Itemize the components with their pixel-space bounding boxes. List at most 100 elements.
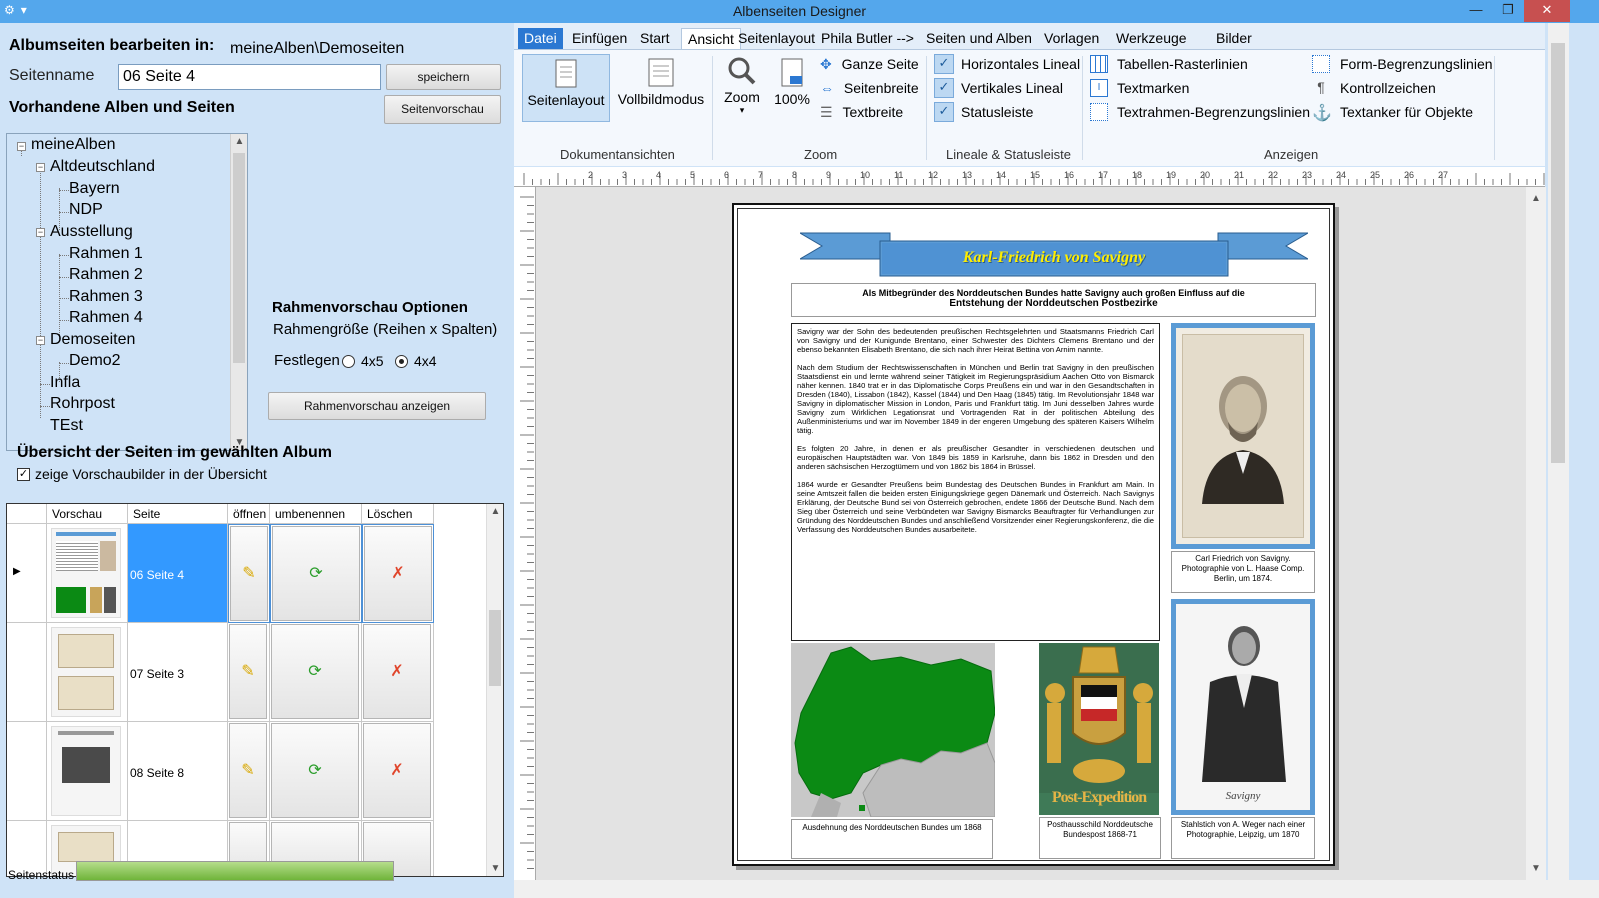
tree-scroll-thumb[interactable] (233, 153, 245, 363)
caption-map[interactable]: Ausdehnung des Norddeutschen Bundes um 1… (791, 819, 993, 859)
post-sign-image[interactable]: Post-Expedition (1039, 643, 1159, 815)
tree-scrollbar[interactable]: ▲ ▼ (230, 134, 247, 450)
statusbar-label[interactable]: Statusleiste (961, 104, 1033, 120)
map-image[interactable] (791, 643, 995, 817)
page-name-cell[interactable]: 06 Seite 4 (128, 524, 228, 623)
tree-node-test[interactable]: TEst (50, 417, 83, 435)
page-name-cell[interactable]: 08 Seite 8 (128, 722, 228, 821)
tab-datei[interactable]: Datei (518, 28, 563, 50)
tree-collapse-icon[interactable]: − (36, 228, 45, 237)
vertical-ruler-checkbox[interactable]: ✓ (934, 78, 954, 98)
text-frame[interactable]: Savigny war der Sohn des bedeutenden pre… (791, 323, 1160, 641)
tree-collapse-icon[interactable]: − (36, 336, 45, 345)
pagename-input[interactable] (118, 64, 381, 90)
seitenlayout-button[interactable]: Seitenlayout (522, 54, 610, 122)
rename-page-icon[interactable]: ⟳ (271, 723, 359, 818)
rename-page-icon[interactable]: ⟳ (271, 624, 359, 719)
object-anchor-toggle[interactable]: Textanker für Objekte (1340, 104, 1473, 120)
tree-collapse-icon[interactable]: − (36, 163, 45, 172)
scroll-down-icon[interactable]: ▼ (1526, 863, 1546, 874)
pages-grid[interactable]: Vorschau Seite öffnen umbenennen Löschen… (6, 503, 504, 877)
close-button[interactable]: ✕ (1524, 0, 1570, 22)
control-chars-toggle[interactable]: Kontrollzeichen (1340, 80, 1436, 96)
vollbildmodus-button[interactable]: Vollbildmodus (614, 54, 708, 122)
table-gridlines-toggle[interactable]: Tabellen-Rasterlinien (1117, 56, 1248, 72)
text-markers-toggle[interactable]: Textmarken (1117, 80, 1189, 96)
page-name-cell[interactable]: 07 Seite 3 (128, 623, 228, 722)
frame-preview-button[interactable]: Rahmenvorschau anzeigen (268, 392, 486, 420)
tab-werkzeuge[interactable]: Werkzeuge (1110, 28, 1193, 50)
tab-seiten-und-alben[interactable]: Seiten und Alben (920, 28, 1038, 50)
grid-scrollbar[interactable]: ▲ ▼ (486, 504, 503, 876)
zoom-100-button[interactable]: 100% (770, 54, 814, 122)
album-tree[interactable]: − meineAlben − Altdeutschland Bayern NDP… (6, 133, 248, 451)
save-button[interactable]: speichern (386, 64, 501, 90)
rename-page-icon[interactable]: ⟳ (272, 526, 360, 621)
portrait-2-frame[interactable]: Savigny (1171, 599, 1315, 815)
window-scrollbar[interactable] (1548, 23, 1569, 880)
radio-4x4[interactable] (395, 355, 408, 368)
subtitle-box[interactable]: Als Mitbegründer des Norddeutschen Bunde… (791, 283, 1316, 317)
portrait-1-frame[interactable] (1171, 323, 1315, 549)
page-thumbnail[interactable] (47, 524, 128, 623)
scroll-up-icon[interactable]: ▲ (231, 136, 247, 147)
open-page-icon[interactable]: ✎ (230, 526, 268, 621)
caption-portrait-1[interactable]: Carl Friedrich von Savigny. Photographie… (1171, 551, 1315, 593)
tree-node-infla[interactable]: Infla (50, 374, 80, 392)
shape-bounds-toggle[interactable]: Form-Begrenzungslinien (1340, 56, 1493, 72)
ganze-seite-button[interactable]: ✥ Ganze Seite (820, 56, 919, 73)
radio-4x5[interactable] (342, 355, 355, 368)
zoom-button[interactable]: Zoom ▾ (720, 54, 764, 126)
tab-phila-butler[interactable]: Phila Butler --> (815, 28, 920, 50)
page-preview-button[interactable]: Seitenvorschau (384, 95, 501, 124)
col-header-vorschau[interactable]: Vorschau (47, 504, 128, 524)
page-thumbnail[interactable] (47, 722, 128, 821)
album-page[interactable]: Karl-Friedrich von Savigny Als Mitbegrün… (732, 203, 1335, 866)
tab-einfuegen[interactable]: Einfügen (566, 28, 633, 50)
delete-page-icon[interactable]: ✗ (363, 723, 431, 818)
tree-node-rahmen-3[interactable]: Rahmen 3 (69, 288, 143, 306)
tab-vorlagen[interactable]: Vorlagen (1038, 28, 1105, 50)
open-page-icon[interactable]: ✎ (229, 624, 267, 719)
statusbar-checkbox[interactable]: ✓ (934, 102, 954, 122)
vertical-ruler-label[interactable]: Vertikales Lineal (961, 80, 1063, 96)
show-thumbs-checkbox[interactable]: ✓ (17, 468, 30, 481)
caption-sign[interactable]: Posthausschild Norddeutsche Bundespost 1… (1039, 817, 1161, 859)
col-header-seite[interactable]: Seite (128, 504, 228, 524)
tree-node-rahmen-1[interactable]: Rahmen 1 (69, 245, 143, 263)
tree-node-demo2[interactable]: Demo2 (69, 352, 121, 370)
canvas-scrollbar[interactable]: ▲ ▼ (1526, 187, 1546, 880)
tree-node-rahmen-2[interactable]: Rahmen 2 (69, 266, 143, 284)
caption-portrait-2[interactable]: Stahlstich von A. Weger nach einer Photo… (1171, 817, 1315, 859)
open-page-icon[interactable]: ✎ (229, 723, 267, 818)
scroll-up-icon[interactable]: ▲ (487, 506, 503, 517)
textbreite-button[interactable]: ☰ Textbreite (820, 104, 903, 121)
tree-node-ndp[interactable]: NDP (69, 201, 103, 219)
scroll-down-icon[interactable]: ▼ (487, 863, 503, 874)
radio-4x4-label[interactable]: 4x4 (414, 353, 437, 369)
horizontal-ruler-checkbox[interactable]: ✓ (934, 54, 954, 74)
tree-node-rahmen-4[interactable]: Rahmen 4 (69, 309, 143, 327)
tree-node-ausstellung[interactable]: Ausstellung (50, 223, 133, 241)
tree-node-meinealben[interactable]: meineAlben (31, 136, 116, 154)
window-scroll-thumb[interactable] (1551, 43, 1565, 463)
delete-page-icon[interactable]: ✗ (364, 526, 432, 621)
grid-scroll-thumb[interactable] (489, 610, 501, 686)
text-frame-bounds-toggle[interactable]: Textrahmen-Begrenzungslinien (1117, 104, 1310, 120)
delete-page-icon[interactable]: ✗ (363, 624, 431, 719)
page-thumbnail[interactable] (47, 623, 128, 722)
tree-node-altdeutschland[interactable]: Altdeutschland (50, 158, 155, 176)
tab-bilder[interactable]: Bilder (1210, 28, 1258, 50)
tree-node-rohrpost[interactable]: Rohrpost (50, 395, 115, 413)
seitenbreite-button[interactable]: ⇔ Seitenbreite (820, 80, 919, 96)
radio-4x5-label[interactable]: 4x5 (361, 353, 384, 369)
maximize-button[interactable]: ❐ (1492, 0, 1524, 22)
minimize-button[interactable]: — (1460, 0, 1492, 22)
document-canvas[interactable]: Karl-Friedrich von Savigny Als Mitbegrün… (536, 187, 1526, 880)
tree-collapse-icon[interactable]: − (17, 142, 26, 151)
tree-node-demoseiten[interactable]: Demoseiten (50, 331, 135, 349)
tab-seitenlayout[interactable]: Seitenlayout (732, 28, 821, 50)
col-header-loeschen[interactable]: Löschen (362, 504, 434, 524)
col-header-umbenennen[interactable]: umbenennen (270, 504, 362, 524)
scroll-up-icon[interactable]: ▲ (1526, 193, 1546, 204)
